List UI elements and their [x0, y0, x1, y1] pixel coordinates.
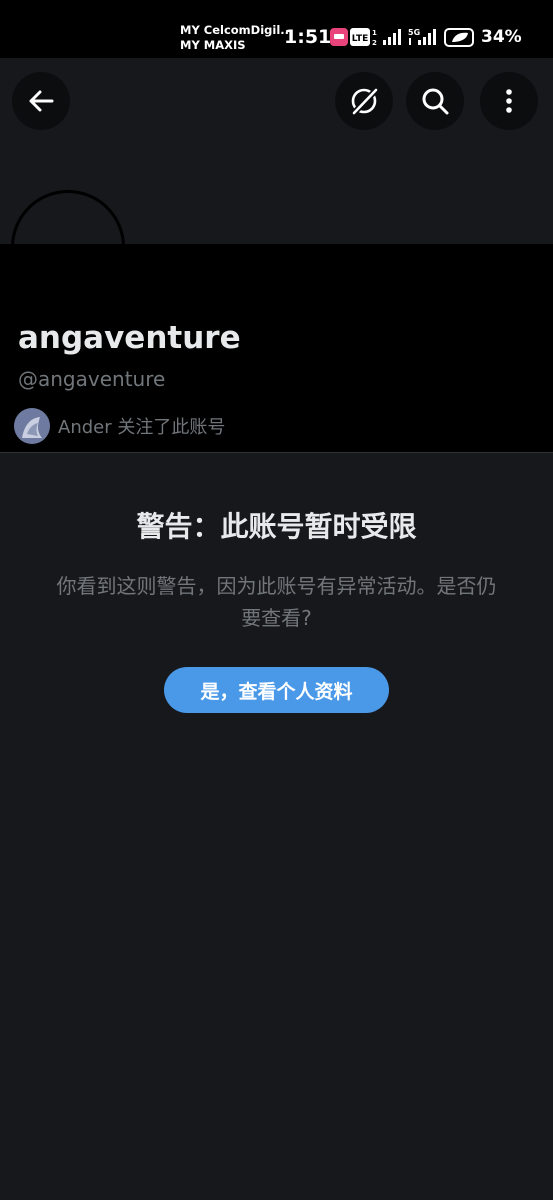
- warning-title: 警告：此账号暂时受限: [136, 510, 417, 543]
- network-5g-label: 5G: [408, 28, 420, 37]
- grok-button[interactable]: [335, 72, 393, 130]
- svg-text:1: 1: [372, 29, 377, 37]
- search-icon: [422, 88, 449, 115]
- divider: [0, 452, 553, 453]
- battery-percent: 34%: [481, 27, 522, 47]
- status-icons: LTE 1 2 5G: [330, 28, 474, 47]
- followed-by-text: Ander 关注了此账号: [58, 417, 226, 438]
- followed-by-row[interactable]: Ander 关注了此账号: [14, 408, 225, 444]
- warning-message: 你看到这则警告，因为此账号有异常活动。是否仍要查看?: [56, 574, 497, 630]
- battery-icon: [444, 28, 474, 47]
- more-options-button[interactable]: [480, 72, 538, 130]
- arrow-left-icon: [29, 90, 54, 112]
- carrier-line-2: MY MAXIS: [180, 38, 246, 52]
- status-time: 1:51: [284, 26, 332, 48]
- status-bar: MY CelcomDigil... MY MAXIS 1:51 LTE 1 2: [0, 0, 553, 58]
- app-notification-icon: [330, 28, 348, 46]
- more-vertical-icon: [506, 89, 512, 113]
- screen: MY CelcomDigil... MY MAXIS 1:51 LTE 1 2: [0, 0, 553, 1200]
- search-button[interactable]: [406, 72, 464, 130]
- svg-text:2: 2: [372, 39, 377, 47]
- follower-avatar-image: [14, 408, 50, 444]
- lte-label: LTE: [352, 34, 369, 44]
- profile-handle: @angaventure: [18, 367, 166, 391]
- lte-icon: LTE 1 2: [350, 28, 377, 47]
- signal-strength-icon: [383, 29, 401, 45]
- follower-avatar: [14, 408, 50, 444]
- carrier-line-1: MY CelcomDigil...: [180, 23, 294, 37]
- view-profile-button[interactable]: 是，查看个人资料: [164, 667, 389, 713]
- profile-display-name: angaventure: [18, 320, 241, 356]
- back-button[interactable]: [12, 72, 70, 130]
- carrier-info: MY CelcomDigil... MY MAXIS: [180, 23, 293, 53]
- grok-icon: [350, 86, 380, 117]
- signal-5g-icon: 5G: [408, 28, 436, 45]
